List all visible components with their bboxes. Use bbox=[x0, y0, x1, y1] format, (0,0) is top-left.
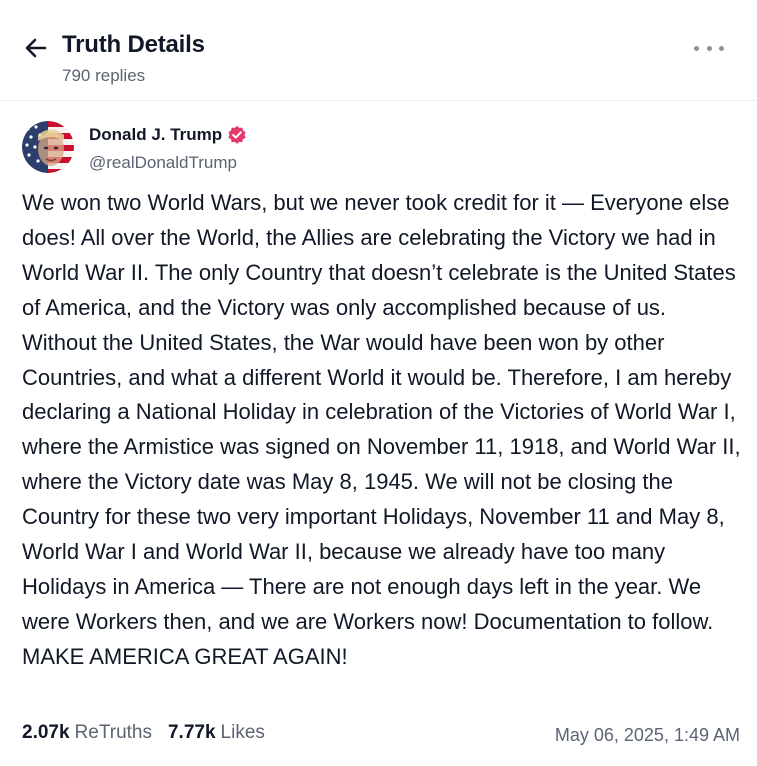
author-handle[interactable]: @realDonaldTrump bbox=[89, 153, 237, 173]
retruths-label[interactable]: ReTruths bbox=[75, 722, 152, 744]
retruths-count[interactable]: 2.07k bbox=[22, 722, 70, 744]
back-button[interactable] bbox=[24, 36, 48, 60]
author-name-row: Donald J. Trump bbox=[89, 125, 247, 145]
arrow-left-icon bbox=[25, 38, 47, 58]
verified-badge-icon bbox=[227, 125, 247, 145]
post-timestamp: May 06, 2025, 1:49 AM bbox=[554, 725, 740, 745]
header-divider bbox=[0, 100, 757, 101]
more-horizontal-icon bbox=[694, 45, 699, 51]
author-display-name[interactable]: Donald J. Trump bbox=[89, 125, 222, 145]
post-stats: 2.07k ReTruths 7.77k Likes bbox=[22, 722, 265, 744]
page-header: Truth Details 790 replies bbox=[0, 0, 757, 100]
more-dot bbox=[719, 45, 724, 51]
more-options-button[interactable] bbox=[694, 38, 724, 58]
page-title: Truth Details bbox=[62, 31, 205, 58]
reply-count: 790 replies bbox=[62, 66, 146, 85]
avatar[interactable] bbox=[22, 121, 74, 173]
likes-label[interactable]: Likes bbox=[221, 722, 265, 744]
likes-count[interactable]: 7.77k bbox=[168, 722, 216, 744]
post-text: We won two World Wars, but we never took… bbox=[22, 190, 741, 669]
avatar-image bbox=[22, 121, 74, 173]
more-dot bbox=[706, 45, 712, 51]
